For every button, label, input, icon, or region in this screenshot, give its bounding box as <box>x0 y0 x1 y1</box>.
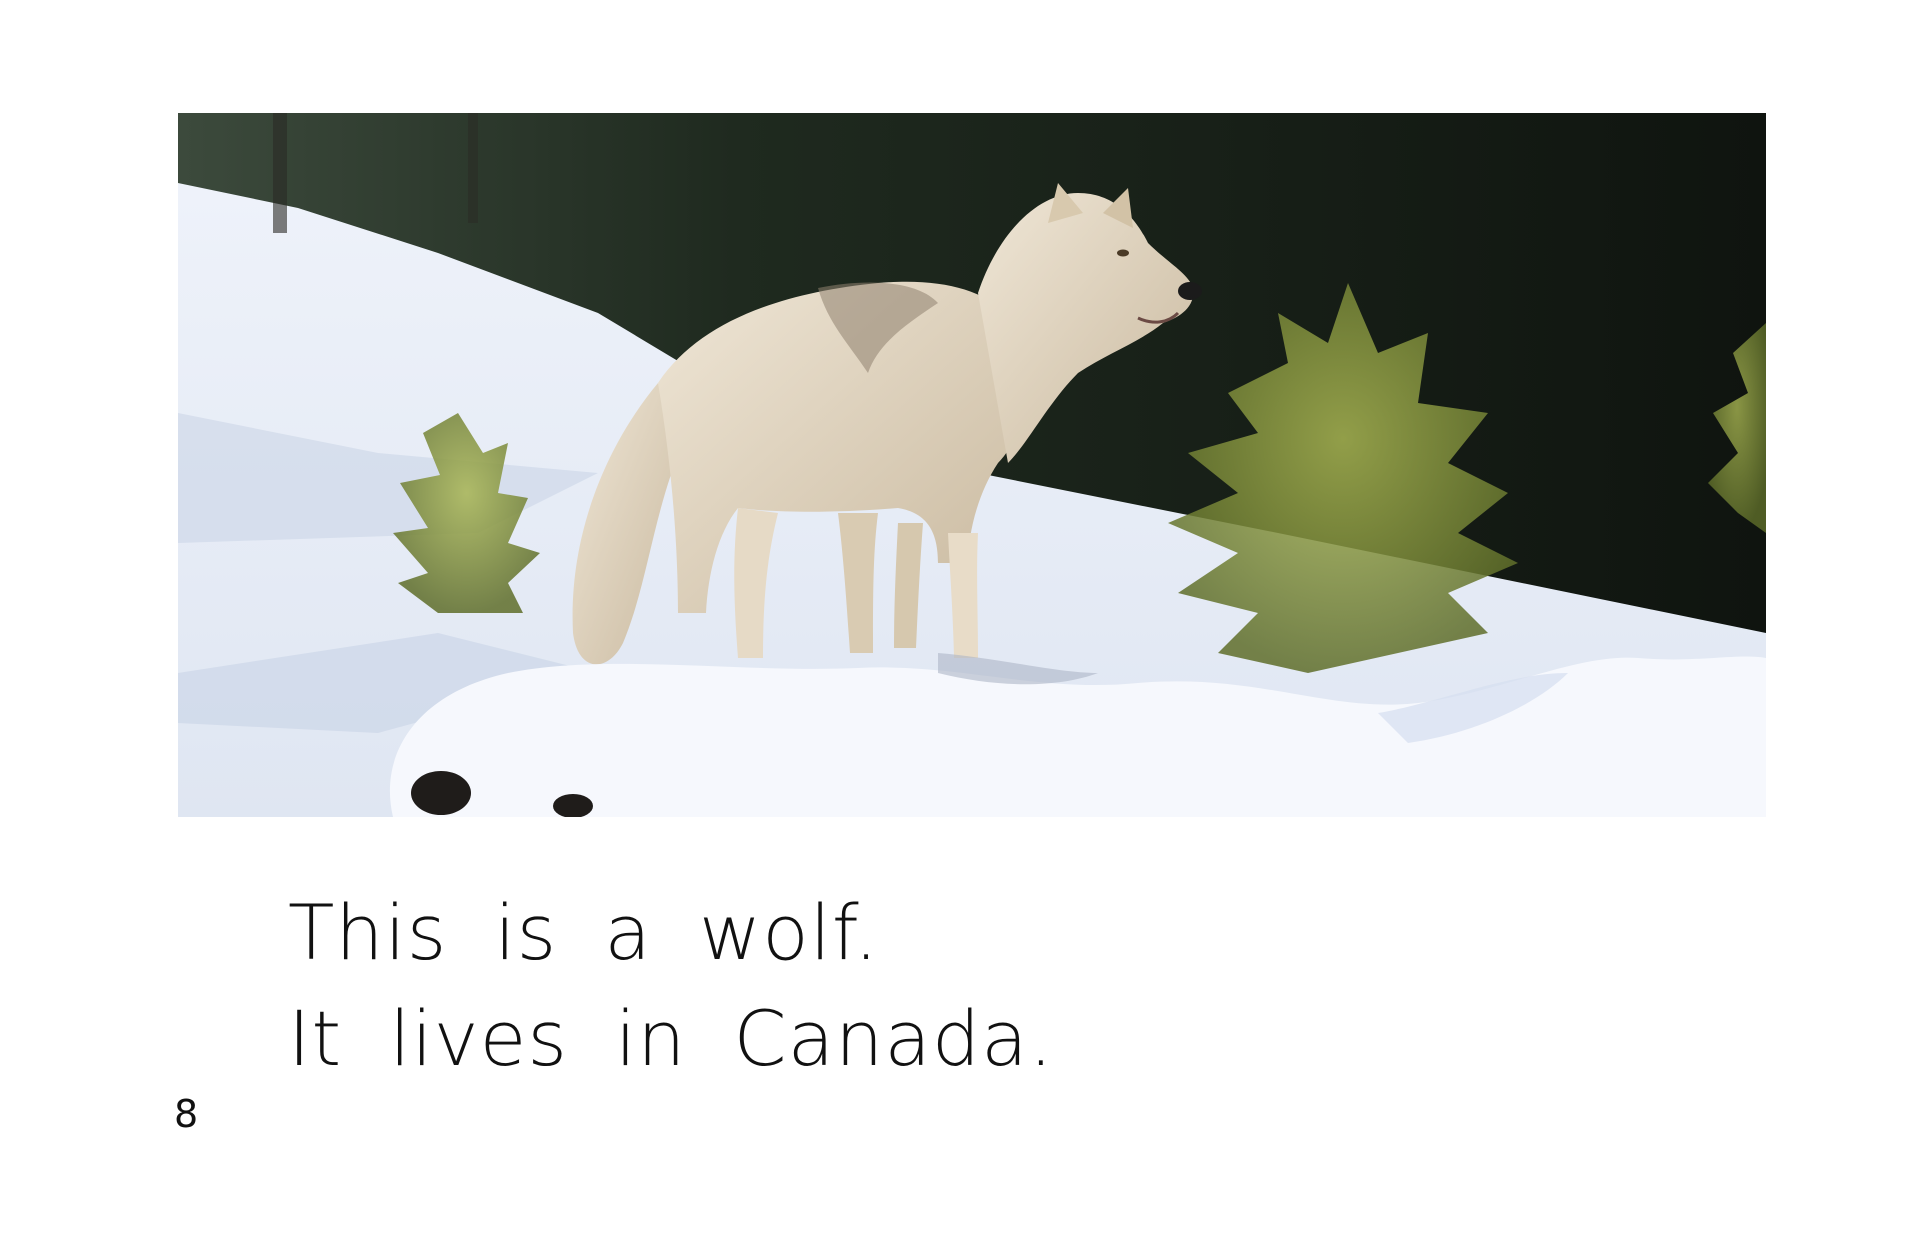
story-line-1: This is a wolf. <box>288 888 880 977</box>
story-line-2: It lives in Canada. <box>288 994 1054 1083</box>
wolf-photo <box>178 113 1766 817</box>
page-number: 8 <box>174 1092 199 1136</box>
story-text: This is a wolf. It lives in Canada. <box>288 880 1054 1092</box>
